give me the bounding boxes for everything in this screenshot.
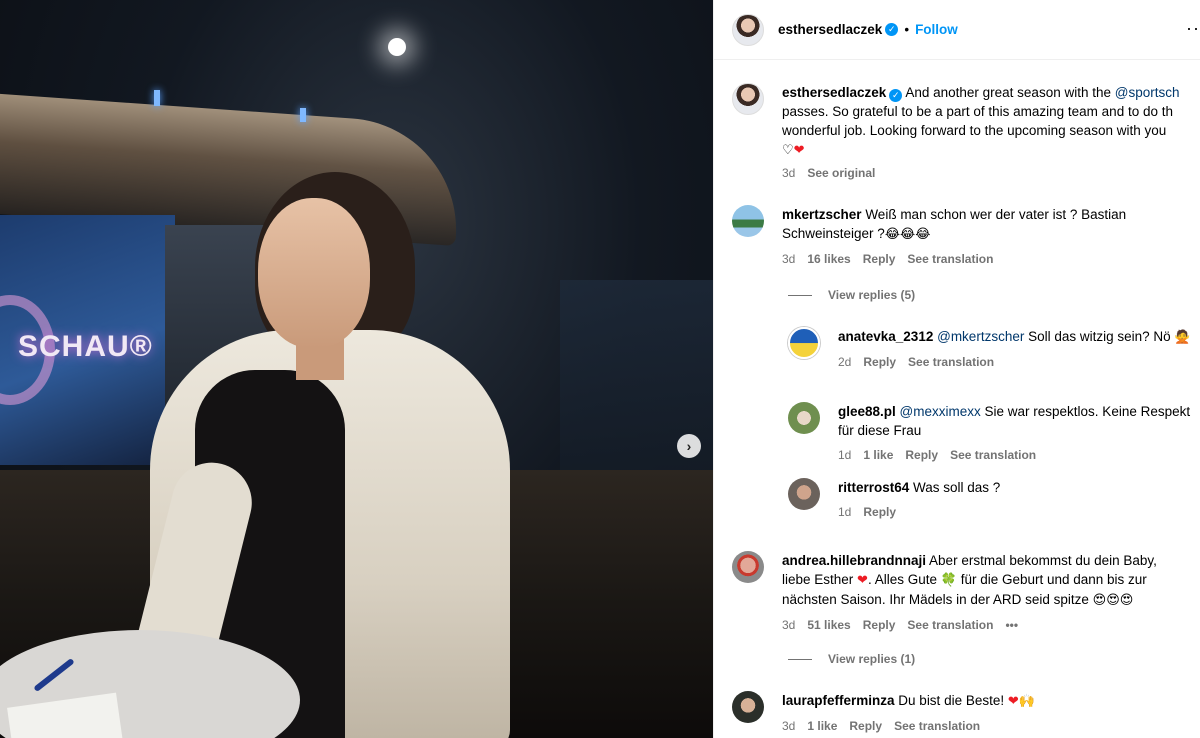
studio-light-blue <box>300 108 306 122</box>
carousel-next-button[interactable]: › <box>677 434 701 458</box>
caption-text-line2: passes. So grateful to be a part of this… <box>782 104 1173 119</box>
avatar[interactable] <box>788 327 820 359</box>
avatar[interactable] <box>732 691 764 723</box>
heart-eyes-emoji-icon: 😍😍😍 <box>1092 593 1134 608</box>
caption-username[interactable]: esthersedlaczek <box>782 85 886 100</box>
comment-username[interactable]: laurapfefferminza <box>782 693 895 708</box>
post-photo: SCHAU® › <box>0 0 713 738</box>
comment-text: . Alles Gute <box>867 572 941 587</box>
gesture-emoji-icon: 🙅 <box>1174 330 1191 345</box>
see-original-button[interactable]: See original <box>807 164 875 183</box>
caption-mention[interactable]: @sportsch <box>1115 85 1180 100</box>
post-caption: esthersedlaczek ✓ And another great seaso… <box>732 83 1200 183</box>
reply-mention[interactable]: @mexximexx <box>900 404 981 419</box>
reply-text: Soll das witzig sein? Nö <box>1024 329 1175 344</box>
white-heart-icon: ♡ <box>782 143 794 158</box>
comment-item: andrea.hillebrandnnaji Aber erstmal beko… <box>732 551 1200 635</box>
reply-button[interactable]: Reply <box>905 446 938 465</box>
red-heart-icon: ❤ <box>1007 694 1019 709</box>
reply-button[interactable]: Reply <box>863 250 896 269</box>
reply-item: anatevka_2312 @mkertzscher Soll das witz… <box>788 327 1200 372</box>
post-header: esthersedlaczek ✓ • Follow ··· <box>714 0 1200 60</box>
separator-dot: • <box>904 22 910 37</box>
comment-time[interactable]: 3d <box>782 250 795 269</box>
red-heart-icon: ❤ <box>793 143 805 158</box>
comment-time[interactable]: 3d <box>782 717 795 736</box>
avatar[interactable] <box>732 13 764 46</box>
reply-time[interactable]: 1d <box>838 446 851 465</box>
studio-light <box>388 38 406 56</box>
comment-time[interactable]: 3d <box>782 616 795 635</box>
reply-mention[interactable]: @mkertzscher <box>937 329 1024 344</box>
post-sidebar: esthersedlaczek ✓ • Follow ··· esthersed… <box>713 0 1200 738</box>
laughing-emoji-icon: 😂😂😂 <box>884 227 931 242</box>
comment-text: Du bist die Beste! <box>898 693 1008 708</box>
avatar[interactable] <box>732 551 764 583</box>
view-replies-button[interactable]: View replies (5) <box>788 288 915 302</box>
caption-text-line3: wonderful job. Looking forward to the up… <box>782 123 1167 138</box>
raised-hands-emoji-icon: 🙌 <box>1018 694 1035 709</box>
view-replies-label: View replies (5) <box>828 288 916 302</box>
comment-item: mkertzscher Weiß man schon wer der vater… <box>732 205 1200 269</box>
reply-time[interactable]: 2d <box>838 353 851 372</box>
chevron-right-icon: › <box>686 438 692 454</box>
reply-button[interactable]: Reply <box>863 503 896 522</box>
avatar[interactable] <box>732 205 764 237</box>
clover-icon: 🍀 <box>940 573 957 588</box>
view-replies-label: View replies (1) <box>828 652 916 666</box>
red-heart-icon: ❤ <box>857 573 868 588</box>
verified-icon: ✓ <box>885 23 899 36</box>
divider-line <box>788 658 812 660</box>
studio-logo: SCHAU® <box>18 330 153 363</box>
reply-button[interactable]: Reply <box>849 717 882 736</box>
comment-likes[interactable]: 16 likes <box>807 250 850 269</box>
comment-item: laurapfefferminza Du bist die Beste! ❤🙌 … <box>732 691 1200 736</box>
reply-item: ritterrost64 Was soll das ? 1d Reply <box>788 478 1200 522</box>
avatar[interactable] <box>788 402 820 434</box>
reply-username[interactable]: glee88.pl <box>838 404 896 419</box>
studio-light-blue <box>154 90 160 106</box>
see-translation-button[interactable]: See translation <box>950 446 1036 465</box>
see-translation-button[interactable]: See translation <box>907 616 993 635</box>
comment-username[interactable]: mkertzscher <box>782 207 862 222</box>
divider-line <box>788 294 812 296</box>
see-translation-button[interactable]: See translation <box>908 353 994 372</box>
reply-likes[interactable]: 1 like <box>863 446 893 465</box>
see-translation-button[interactable]: See translation <box>894 717 980 736</box>
follow-button[interactable]: Follow <box>915 22 958 37</box>
avatar[interactable] <box>788 478 820 510</box>
reply-username[interactable]: ritterrost64 <box>838 480 909 495</box>
reply-username[interactable]: anatevka_2312 <box>838 329 933 344</box>
comment-more-icon[interactable]: ••• <box>1005 616 1018 635</box>
caption-time[interactable]: 3d <box>782 164 795 183</box>
more-options-icon[interactable]: ··· <box>1186 18 1200 39</box>
comment-likes[interactable]: 1 like <box>807 717 837 736</box>
person-face <box>258 198 370 348</box>
comment-likes[interactable]: 51 likes <box>807 616 850 635</box>
reply-time[interactable]: 1d <box>838 503 851 522</box>
see-translation-button[interactable]: See translation <box>907 250 993 269</box>
avatar[interactable] <box>732 83 764 115</box>
verified-icon: ✓ <box>889 89 903 102</box>
comment-username[interactable]: andrea.hillebrandnnaji <box>782 553 926 568</box>
view-replies-button[interactable]: View replies (1) <box>788 652 915 666</box>
reply-item: glee88.pl @mexximexx Sie war respektlos.… <box>788 402 1200 465</box>
reply-text: Was soll das ? <box>909 480 1001 495</box>
author-username[interactable]: esthersedlaczek <box>778 22 882 37</box>
reply-button[interactable]: Reply <box>863 353 896 372</box>
caption-text: And another great season with the <box>905 85 1115 100</box>
reply-button[interactable]: Reply <box>863 616 896 635</box>
